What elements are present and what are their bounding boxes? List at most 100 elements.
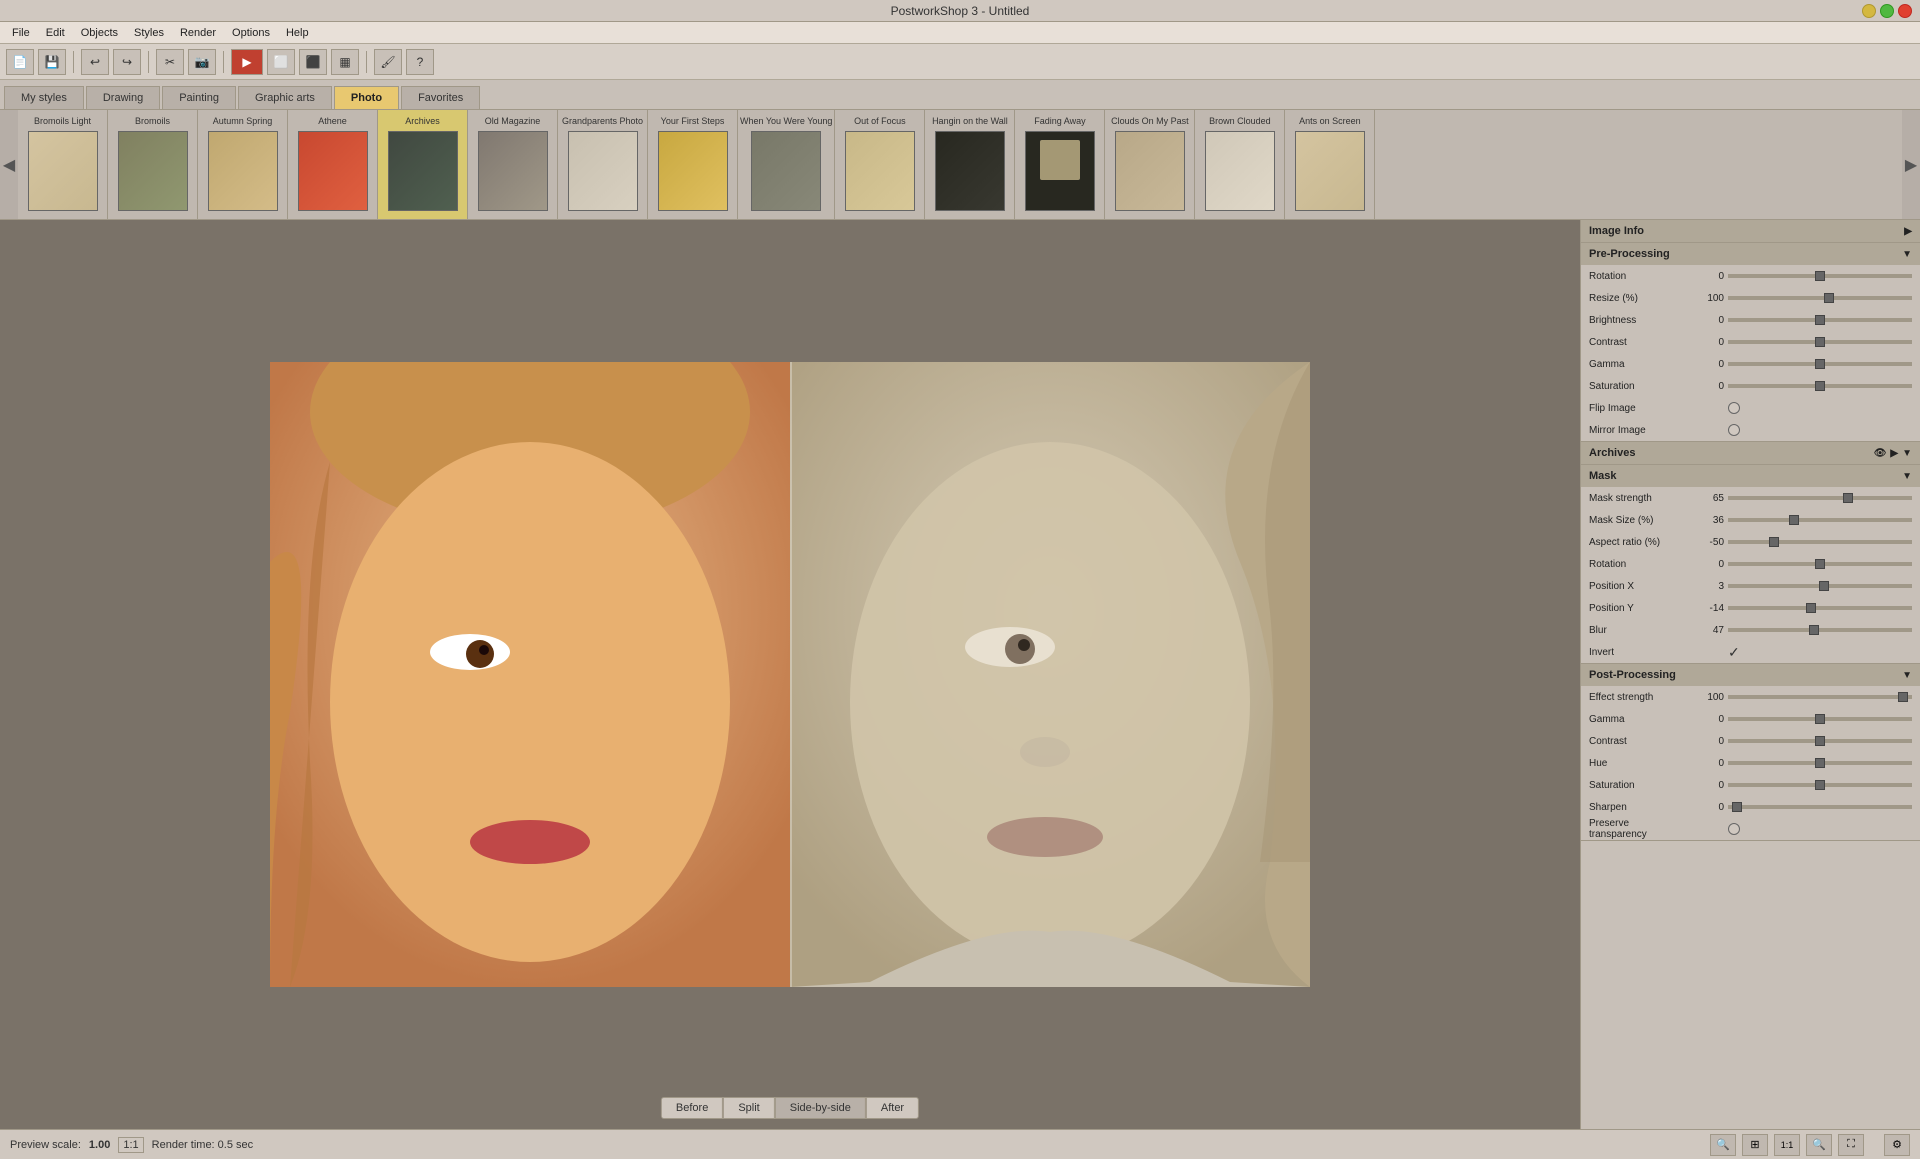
sharpen-slider[interactable] [1728,805,1912,809]
menu-render[interactable]: Render [172,25,224,41]
thumb-old-magazine[interactable]: Old Magazine [468,110,558,219]
gamma-pre-thumb[interactable] [1815,359,1825,369]
thumb-when-you-were-young[interactable]: When You Were Young [738,110,835,219]
close-btn[interactable] [1898,4,1912,18]
saturation-post-slider[interactable] [1728,783,1912,787]
pre-processing-header[interactable]: Pre-Processing ▼ [1581,243,1920,265]
zoom-in-btn[interactable]: 🔍 [1806,1134,1832,1156]
thumb-athene[interactable]: Athene [288,110,378,219]
next-arrow[interactable]: ▶ [1902,110,1920,219]
fullscreen-btn[interactable]: ⛶ [1838,1134,1864,1156]
menu-help[interactable]: Help [278,25,317,41]
new-btn[interactable]: 📄 [6,49,34,75]
thumb-bromoils-light[interactable]: Bromoils Light [18,110,108,219]
mask-size-thumb[interactable] [1789,515,1799,525]
mask-strength-thumb[interactable] [1843,493,1853,503]
post-processing-header[interactable]: Post-Processing ▼ [1581,664,1920,686]
thumb-brown-clouded[interactable]: Brown Clouded [1195,110,1285,219]
tab-graphicarts[interactable]: Graphic arts [238,86,332,109]
save-btn[interactable]: 💾 [38,49,66,75]
redo-btn[interactable]: ↪ [113,49,141,75]
saturation-pre-thumb[interactable] [1815,381,1825,391]
thumb-hangin-on-the-wall[interactable]: Hangin on the Wall [925,110,1015,219]
position-y-slider[interactable] [1728,606,1912,610]
saturation-post-thumb[interactable] [1815,780,1825,790]
brightness-thumb[interactable] [1815,315,1825,325]
thumb-your-first-steps[interactable]: Your First Steps [648,110,738,219]
position-x-thumb[interactable] [1819,581,1829,591]
hue-thumb[interactable] [1815,758,1825,768]
split-btn[interactable]: Split [723,1097,774,1119]
contrast-pre-slider[interactable] [1728,340,1912,344]
archives-eye-icon[interactable]: 👁 [1874,448,1887,459]
minimize-btn[interactable] [1862,4,1876,18]
tab-favorites[interactable]: Favorites [401,86,480,109]
undo-btn[interactable]: ↩ [81,49,109,75]
fit-btn[interactable]: ⊞ [1742,1134,1768,1156]
mask-rotation-slider[interactable] [1728,562,1912,566]
image-info-header[interactable]: Image Info ▶ [1581,220,1920,242]
view1-btn[interactable]: ⬜ [267,49,295,75]
thumb-archives[interactable]: Archives [378,110,468,219]
tab-painting[interactable]: Painting [162,86,236,109]
snapshot-btn[interactable]: 📷 [188,49,216,75]
menu-styles[interactable]: Styles [126,25,172,41]
gamma-pre-slider[interactable] [1728,362,1912,366]
mask-strength-slider[interactable] [1728,496,1912,500]
after-btn[interactable]: After [866,1097,919,1119]
view3-btn[interactable]: ▦ [331,49,359,75]
side-by-side-btn[interactable]: Side-by-side [775,1097,866,1119]
menu-objects[interactable]: Objects [73,25,126,41]
settings-btn[interactable]: ⚙ [1884,1134,1910,1156]
mask-header[interactable]: Mask ▼ [1581,465,1920,487]
zoom-out-btn[interactable]: 🔍 [1710,1134,1736,1156]
aspect-ratio-slider[interactable] [1728,540,1912,544]
blur-slider[interactable] [1728,628,1912,632]
thumb-ants-on-screen[interactable]: Ants on Screen [1285,110,1375,219]
menu-file[interactable]: File [4,25,38,41]
archives-arrow[interactable]: ▶ [1890,448,1898,459]
gamma-post-slider[interactable] [1728,717,1912,721]
export-btn[interactable]: ▶ [231,49,263,75]
position-y-thumb[interactable] [1806,603,1816,613]
brightness-slider[interactable] [1728,318,1912,322]
mirror-image-checkbox[interactable] [1728,424,1740,436]
zoom-1to1-btn[interactable]: 1:1 [1774,1134,1800,1156]
contrast-post-slider[interactable] [1728,739,1912,743]
contrast-pre-thumb[interactable] [1815,337,1825,347]
invert-checkmark[interactable]: ✓ [1728,644,1740,661]
contrast-post-thumb[interactable] [1815,736,1825,746]
sharpen-thumb[interactable] [1732,802,1742,812]
blur-thumb[interactable] [1809,625,1819,635]
effect-strength-thumb[interactable] [1898,692,1908,702]
menu-edit[interactable]: Edit [38,25,73,41]
help-btn[interactable]: ? [406,49,434,75]
maximize-btn[interactable] [1880,4,1894,18]
tab-photo[interactable]: Photo [334,86,399,109]
before-btn[interactable]: Before [661,1097,723,1119]
brush-btn[interactable]: 🖌 [374,49,402,75]
view2-btn[interactable]: ⬛ [299,49,327,75]
crop-btn[interactable]: ✂ [156,49,184,75]
effect-strength-slider[interactable] [1728,695,1912,699]
menu-options[interactable]: Options [224,25,278,41]
thumb-fading-away[interactable]: Fading Away [1015,110,1105,219]
prev-arrow[interactable]: ◀ [0,110,18,219]
preserve-transparency-checkbox[interactable] [1728,823,1740,835]
saturation-pre-slider[interactable] [1728,384,1912,388]
archives-header[interactable]: Archives 👁 ▶ ▼ [1581,442,1920,464]
mask-rotation-thumb[interactable] [1815,559,1825,569]
flip-image-checkbox[interactable] [1728,402,1740,414]
resize-slider[interactable] [1728,296,1912,300]
thumb-autumn-spring[interactable]: Autumn Spring [198,110,288,219]
hue-slider[interactable] [1728,761,1912,765]
aspect-ratio-thumb[interactable] [1769,537,1779,547]
thumb-clouds-on-my-past[interactable]: Clouds On My Past [1105,110,1195,219]
position-x-slider[interactable] [1728,584,1912,588]
tab-drawing[interactable]: Drawing [86,86,160,109]
thumb-out-of-focus[interactable]: Out of Focus [835,110,925,219]
thumb-bromoils[interactable]: Bromoils [108,110,198,219]
gamma-post-thumb[interactable] [1815,714,1825,724]
thumb-grandparents-photo[interactable]: Grandparents Photo [558,110,648,219]
rotation-slider[interactable] [1728,274,1912,278]
